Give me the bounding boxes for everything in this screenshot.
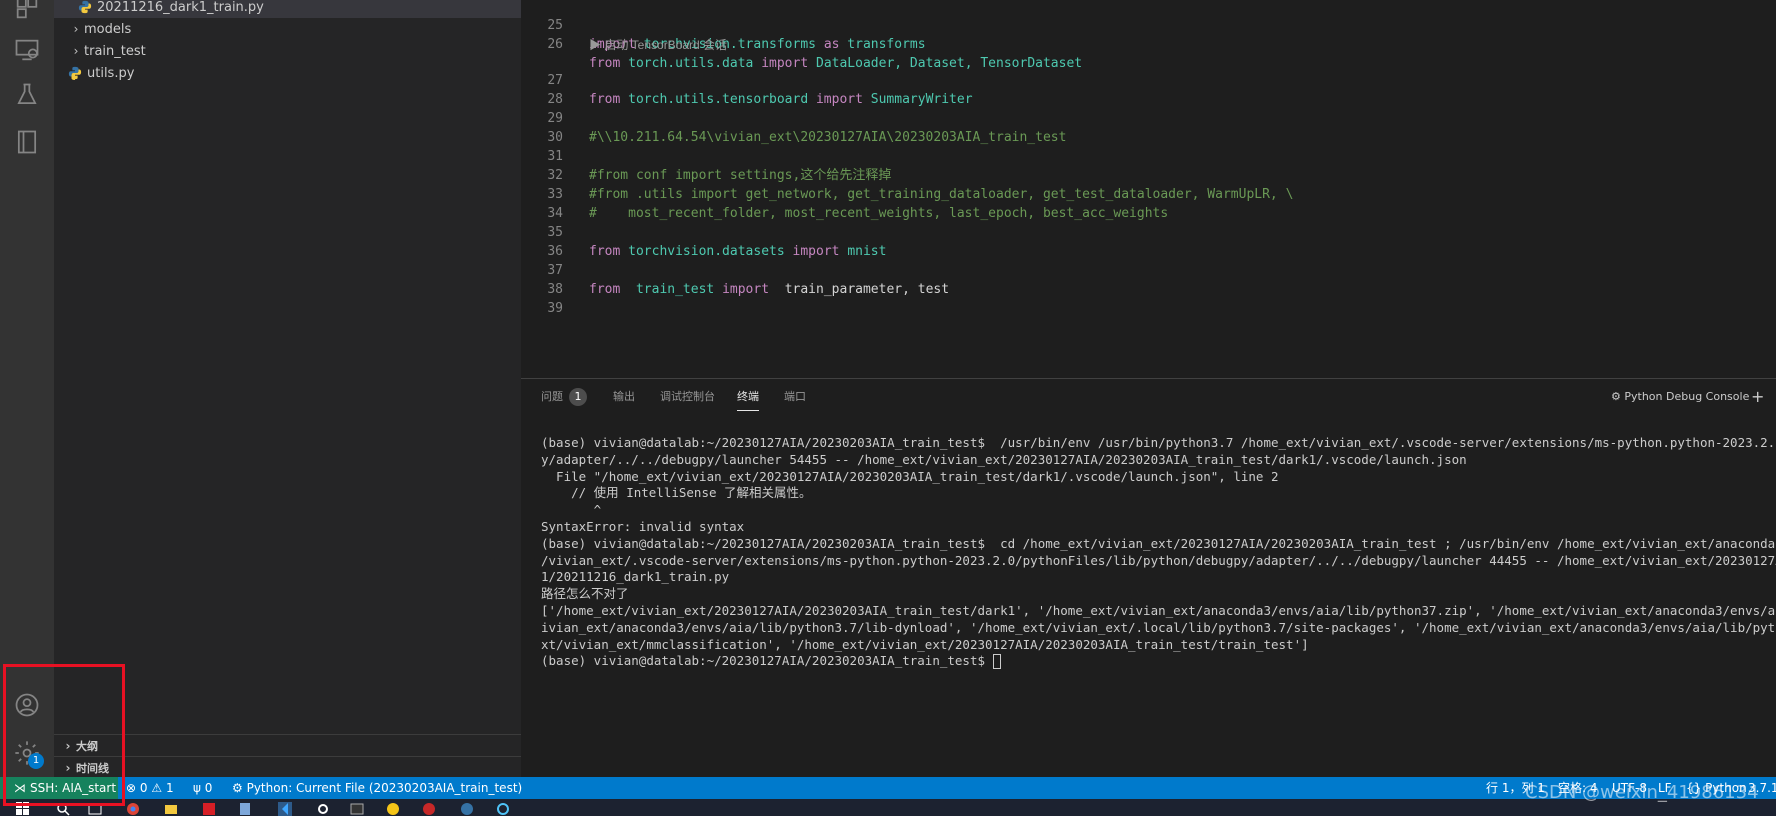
code-line: 26 from torch.utils.data import DataLoad… [521, 16, 1776, 71]
extensions-icon[interactable] [0, 0, 54, 28]
watermark: CSDN @weixin_41986134 [1525, 782, 1759, 803]
status-bar: ⋊ SSH: AIA_start ⊗ 0 ⚠ 1 ψ 0 ⚙ Python: C… [0, 777, 1776, 799]
code-line: 39 [521, 280, 1776, 316]
code-line: 25 import torchvision.transforms as tran… [521, 0, 1776, 52]
app-red-icon[interactable] [202, 802, 216, 816]
folder-label: models [84, 21, 132, 37]
ports-count: 0 [204, 781, 213, 795]
explorer-sidebar: 20211216_dark1_train.py › models › train… [54, 0, 521, 777]
tab-label: 输出 [613, 390, 635, 403]
code-line: 28 [521, 71, 1776, 107]
panel-tabs: 问题 1 输出 调试控制台 终端 端口 ⚙ Python Debug Consol… [521, 379, 1776, 415]
tab-label: 问题 [541, 390, 563, 403]
terminal-line: y/adapter/../../debugpy/launcher 54455 -… [541, 451, 1467, 467]
error-count: 0 [139, 781, 148, 795]
vscode-icon[interactable] [278, 802, 292, 816]
tab-output[interactable]: 输出 [613, 379, 635, 415]
terminal-selector[interactable]: ⚙ Python Debug Console [1611, 379, 1749, 415]
terminal-prompt: (base) vivian@datalab:~/20230127AIA/2023… [541, 653, 993, 669]
app-yellow-icon[interactable] [386, 802, 400, 816]
terminal-line: 1/20211216_dark1_train.py [541, 569, 730, 585]
folder-train-test[interactable]: › train_test [54, 40, 521, 62]
code-line: 29 #\\10.211.64.54\vivian_ext\20230127AI… [521, 90, 1776, 145]
terminal-cursor [992, 654, 1001, 670]
line-number: 39 [547, 301, 563, 316]
file-utils[interactable]: utils.py [54, 62, 521, 84]
folder-label: train_test [84, 43, 146, 59]
warning-icon: ⚠ [151, 781, 163, 795]
code-line: 30 [521, 109, 1776, 145]
tensorboard-codelens[interactable]: ▶ 启动 TensorBoard 会话 [589, 36, 727, 53]
chevron-right-icon: › [73, 22, 79, 36]
code-line: 34 [521, 185, 1776, 221]
python-file-icon [78, 0, 92, 14]
terminal-line: /vivian_ext/.vscode-server/extensions/ms… [541, 552, 1776, 568]
tab-ports[interactable]: 端口 [784, 379, 806, 415]
warning-count: 1 [165, 781, 174, 795]
code-line: 33 # most_recent_folder, most_recent_wei… [521, 166, 1776, 221]
keyword: as [823, 37, 840, 52]
tab-problems[interactable]: 问题 1 [541, 379, 587, 415]
active-file-label: 20211216_dark1_train.py [97, 0, 264, 15]
activity-bar: 1 [0, 0, 54, 777]
bottom-panel: 问题 1 输出 调试控制台 终端 端口 ⚙ Python Debug Consol… [521, 378, 1776, 777]
terminal-line: (base) vivian@datalab:~/20230127AIA/2023… [541, 535, 1776, 551]
debug-run-icon: ⚙ [232, 781, 243, 795]
windows-taskbar [0, 799, 1776, 816]
terminal-prompt-line: (base) vivian@datalab:~/20230127AIA/2023… [541, 653, 1776, 670]
file-explorer-icon[interactable] [164, 802, 178, 816]
code-line: 36 [521, 223, 1776, 259]
file-label: utils.py [87, 65, 135, 81]
testing-flask-icon[interactable] [0, 75, 54, 115]
app-red-circle-icon[interactable] [422, 802, 436, 816]
error-icon: ⊗ [126, 781, 137, 795]
terminal-line: ^ [541, 502, 602, 518]
terminal-line: ivian_ext/anaconda3/envs/aia/lib/python3… [541, 619, 1776, 635]
problems-status[interactable]: ⊗ 0 ⚠ 1 [126, 777, 174, 799]
problems-badge: 1 [569, 388, 587, 406]
chevron-right-icon: › [73, 44, 79, 58]
app-doc-icon[interactable] [238, 802, 252, 816]
terminal-line: File "/home_ext/vivian_ext/20230127AIA/2… [541, 468, 1279, 484]
code-line: 27 from torch.utils.tensorboard import S… [521, 52, 1776, 107]
code-line: 37 from train_test import train_paramete… [521, 242, 1776, 297]
notebook-icon[interactable] [0, 122, 54, 162]
tab-label: 端口 [784, 390, 806, 403]
terminal-app-icon[interactable] [350, 802, 364, 816]
code-editor[interactable]: 25 import torchvision.transforms as tran… [521, 0, 1776, 378]
terminal-name: Python Debug Console [1624, 390, 1750, 403]
code-line: 31 #from conf import settings,这个给先注释掉 [521, 128, 1776, 183]
app-blue-icon[interactable] [496, 802, 510, 816]
terminal-line: (base) vivian@datalab:~/20230127AIA/2023… [541, 435, 1776, 450]
terminal-line: SyntaxError: invalid syntax [541, 518, 745, 534]
tab-label: 终端 [737, 390, 759, 403]
red-highlight-box [3, 664, 125, 806]
python-file-icon [68, 66, 82, 80]
tab-label: 调试控制台 [660, 390, 715, 403]
terminal-line: 路径怎么不对了 [541, 586, 629, 602]
ports-status[interactable]: ψ 0 [193, 777, 212, 799]
code-line: 35 from torchvision.datasets import mnis… [521, 204, 1776, 259]
tab-debug-console[interactable]: 调试控制台 [660, 379, 715, 415]
debug-gear-icon: ⚙ [1611, 390, 1621, 403]
run-config-label: Python: Current File (20230203AIA_train_… [246, 781, 523, 795]
run-config-status[interactable]: ⚙ Python: Current File (20230203AIA_trai… [232, 777, 522, 799]
terminal-line: xt/vivian_ext/mmclassification', '/home_… [541, 636, 1309, 652]
settings-gear-icon[interactable] [316, 802, 330, 816]
code-line: 32 #from .utils import get_network, get_… [521, 147, 1776, 202]
remote-explorer-icon[interactable] [0, 30, 54, 70]
code-line: 38 [521, 261, 1776, 297]
python-app-icon[interactable] [460, 802, 474, 816]
identifier: transforms [847, 37, 926, 52]
terminal-line: // 使用 IntelliSense 了解相关属性。 [541, 485, 812, 501]
terminal-output[interactable]: (base) vivian@datalab:~/20230127AIA/2023… [541, 435, 1776, 670]
folder-models[interactable]: › models [54, 18, 521, 40]
chrome-icon[interactable] [126, 802, 140, 816]
file-active[interactable]: 20211216_dark1_train.py [54, 0, 521, 18]
antenna-icon: ψ [193, 781, 201, 795]
terminal-line: ['/home_ext/vivian_ext/20230127AIA/20230… [541, 602, 1776, 618]
tab-terminal[interactable]: 终端 [737, 383, 759, 411]
new-terminal-plus-icon[interactable]: + [1751, 379, 1764, 415]
